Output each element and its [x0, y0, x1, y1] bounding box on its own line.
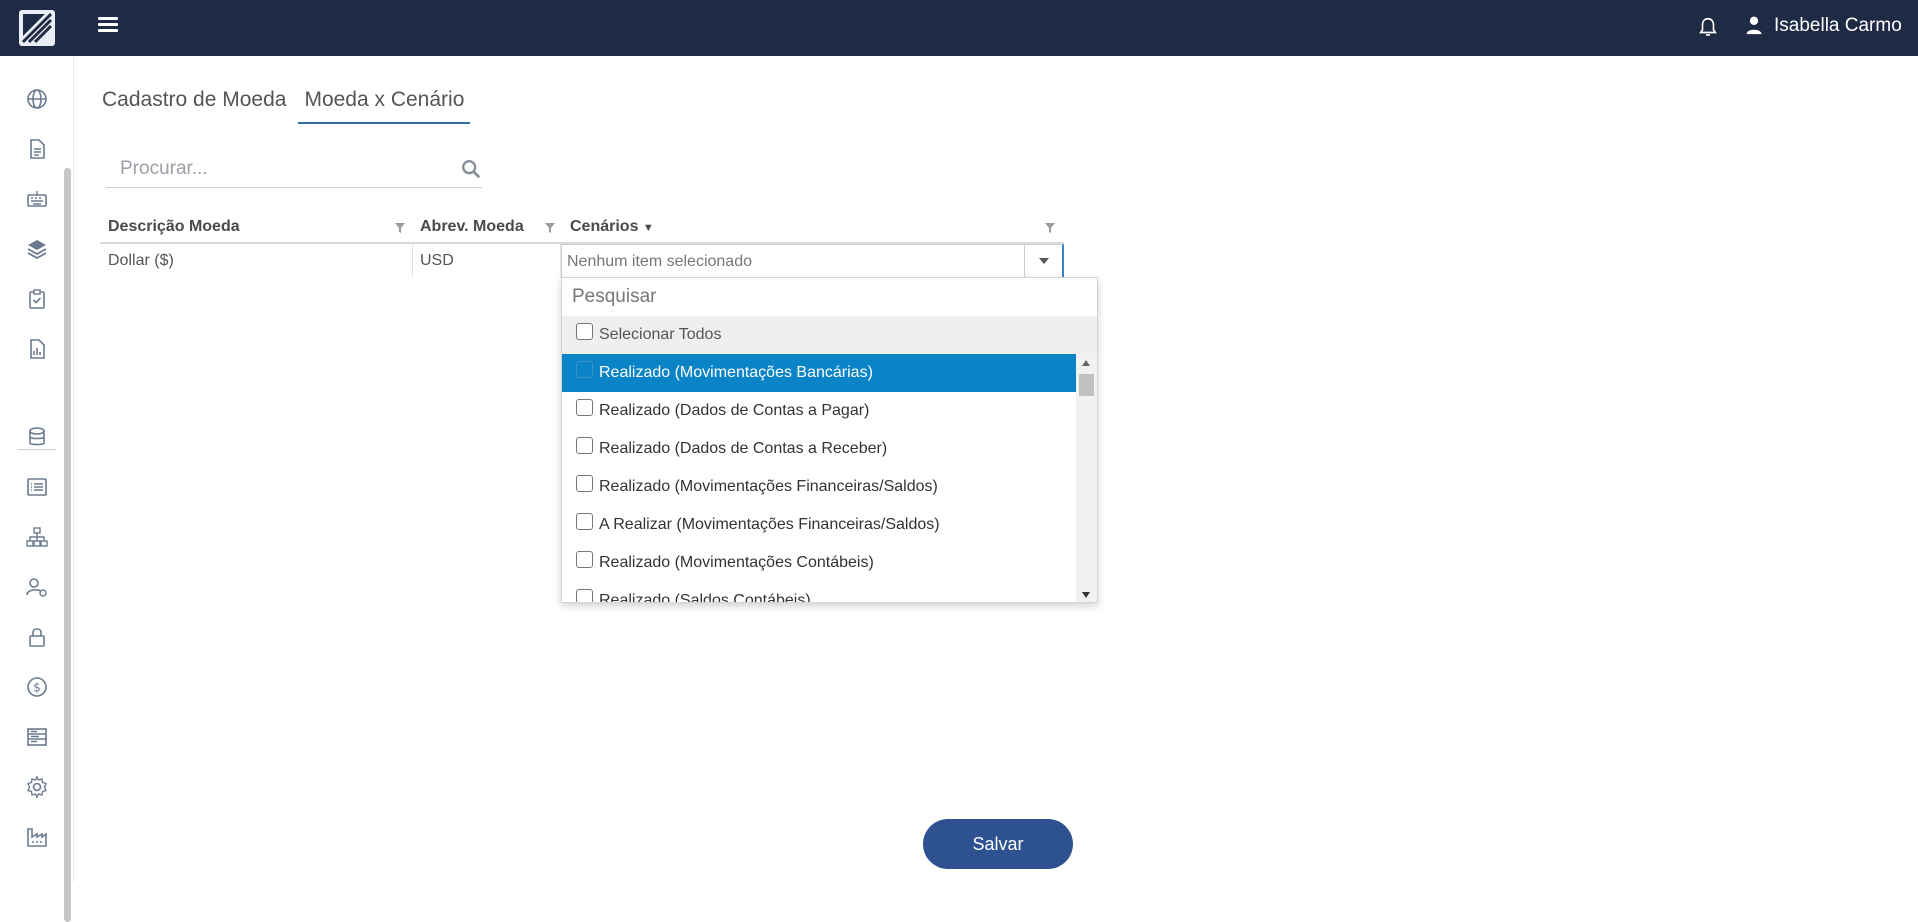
- dropdown-scrollbar[interactable]: [1076, 354, 1097, 602]
- factory-icon[interactable]: [24, 824, 50, 850]
- user-name[interactable]: Isabella Carmo: [1774, 14, 1902, 38]
- bell-icon[interactable]: [1697, 15, 1719, 39]
- user-settings-icon[interactable]: [24, 574, 50, 600]
- dropdown-options: Realizado (Movimentações Bancárias) Real…: [562, 354, 1076, 602]
- search-icon[interactable]: [460, 158, 482, 180]
- sidebar-scrollbar[interactable]: [64, 168, 71, 922]
- layers-icon[interactable]: [24, 236, 50, 262]
- org-chart-icon[interactable]: [24, 524, 50, 550]
- scroll-down-icon[interactable]: [1082, 592, 1090, 598]
- option-checkbox[interactable]: [576, 512, 593, 530]
- dropdown-option[interactable]: Realizado (Dados de Contas a Receber): [562, 430, 1076, 468]
- lock-icon[interactable]: [24, 624, 50, 650]
- top-bar: Isabella Carmo: [0, 0, 1918, 56]
- dropdown-search-input[interactable]: [572, 286, 1087, 308]
- option-checkbox[interactable]: [576, 588, 593, 602]
- option-checkbox[interactable]: [576, 474, 593, 492]
- scenarios-select-value: Nenhum item selecionado: [567, 253, 752, 270]
- column-separator: [412, 244, 413, 278]
- scenarios-select[interactable]: Nenhum item selecionado: [561, 244, 1064, 278]
- select-dropdown-button[interactable]: [1024, 245, 1062, 277]
- column-header-cenarios[interactable]: Cenários ▼: [570, 218, 654, 236]
- globe-icon[interactable]: [24, 86, 50, 112]
- menu-toggle-button[interactable]: [98, 14, 118, 36]
- database-icon[interactable]: [24, 424, 50, 450]
- currency-icon[interactable]: $: [24, 674, 50, 700]
- keyboard-icon[interactable]: [24, 186, 50, 212]
- dropdown-option[interactable]: Realizado (Saldos Contábeis): [562, 582, 1076, 602]
- gear-icon[interactable]: [24, 774, 50, 800]
- select-all-option[interactable]: Selecionar Todos: [562, 316, 1097, 354]
- column-header-abrev[interactable]: Abrev. Moeda: [420, 218, 524, 236]
- scroll-thumb[interactable]: [1079, 374, 1094, 396]
- document-icon[interactable]: [24, 136, 50, 162]
- select-all-checkbox[interactable]: [576, 322, 593, 340]
- cell-abbrev: USD: [420, 252, 454, 269]
- sort-desc-icon: ▼: [642, 222, 654, 234]
- report-icon[interactable]: [24, 336, 50, 362]
- user-icon[interactable]: [1744, 14, 1764, 36]
- app-logo[interactable]: [0, 0, 74, 56]
- currency-scenario-grid: Descrição Moeda Abrev. Moeda Cenários ▼ …: [100, 214, 1064, 278]
- dropdown-option[interactable]: Realizado (Dados de Contas a Pagar): [562, 392, 1076, 430]
- search-box: [106, 152, 482, 188]
- dropdown-option[interactable]: Realizado (Movimentações Bancárias): [562, 354, 1076, 392]
- column-header-descricao[interactable]: Descrição Moeda: [108, 218, 240, 236]
- option-checkbox[interactable]: [576, 436, 593, 454]
- clipboard-check-icon[interactable]: [24, 286, 50, 312]
- filter-icon[interactable]: [1044, 222, 1056, 234]
- list-icon[interactable]: [24, 474, 50, 500]
- tab-moeda-x-cenario[interactable]: Moeda x Cenário: [298, 86, 471, 124]
- dropdown-option[interactable]: Realizado (Movimentações Financeiras/Sal…: [562, 468, 1076, 506]
- panel-list-icon[interactable]: [24, 724, 50, 750]
- chevron-down-icon: [1038, 258, 1049, 264]
- sidebar: $: [0, 56, 74, 922]
- filter-icon[interactable]: [544, 222, 556, 234]
- tab-bar: Cadastro de Moeda Moeda x Cenário: [102, 86, 482, 124]
- dropdown-option[interactable]: A Realizar (Movimentações Financeiras/Sa…: [562, 506, 1076, 544]
- option-checkbox[interactable]: [576, 550, 593, 568]
- tab-cadastro-de-moeda[interactable]: Cadastro de Moeda: [102, 86, 286, 124]
- dropdown-option[interactable]: Realizado (Movimentações Contábeis): [562, 544, 1076, 582]
- filter-icon[interactable]: [394, 222, 406, 234]
- option-checkbox[interactable]: [576, 398, 593, 416]
- dropdown-search: [562, 278, 1097, 316]
- search-input[interactable]: [106, 152, 436, 186]
- grid-header: Descrição Moeda Abrev. Moeda Cenários ▼: [100, 214, 1064, 244]
- cell-description: Dollar ($): [108, 252, 174, 269]
- option-checkbox[interactable]: [576, 360, 593, 378]
- logo-icon: [19, 10, 55, 46]
- scroll-up-icon[interactable]: [1082, 360, 1090, 366]
- svg-text:$: $: [33, 681, 41, 695]
- select-all-label: Selecionar Todos: [599, 326, 722, 343]
- scenarios-dropdown: Selecionar Todos Realizado (Movimentaçõe…: [561, 277, 1098, 603]
- save-button[interactable]: Salvar: [923, 819, 1073, 869]
